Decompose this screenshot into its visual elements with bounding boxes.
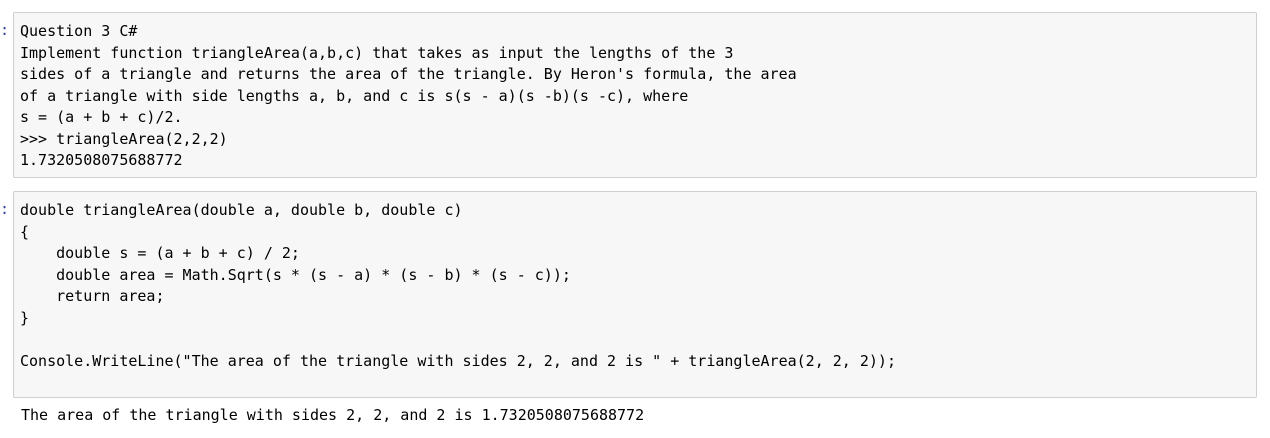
code-line: double s = (a + b + c) / 2; xyxy=(20,244,300,262)
code-line: sides of a triangle and returns the area… xyxy=(20,65,797,83)
code-line: Implement function triangleArea(a,b,c) t… xyxy=(20,43,734,62)
code-line: return area; xyxy=(20,287,165,305)
code-line: { xyxy=(20,222,30,241)
cell-prompt: : xyxy=(0,200,10,218)
code-line: s = (a + b + c)/2. xyxy=(20,108,183,126)
code-line: } xyxy=(20,308,30,327)
cell-output: The area of the triangle with sides 2, 2… xyxy=(21,406,645,424)
code-line: >>> triangleArea(2,2,2) xyxy=(20,129,228,148)
code-line: 1.7320508075688772 xyxy=(20,151,183,169)
code-cell[interactable]: double triangleArea(double a, double b, … xyxy=(13,191,1257,398)
code-line: double triangleArea(double a, double b, … xyxy=(20,201,463,219)
code-line: double area = Math.Sqrt(s * (s - a) * (s… xyxy=(20,265,571,284)
cell-prompt: : xyxy=(0,21,10,39)
question-cell[interactable]: Question 3 C# Implement function triangl… xyxy=(13,12,1257,178)
code-text: double triangleArea(double a, double b, … xyxy=(14,192,1256,372)
question-text: Question 3 C# Implement function triangl… xyxy=(14,13,1256,172)
code-line: of a triangle with side lengths a, b, an… xyxy=(20,86,689,105)
code-line: Question 3 C# xyxy=(20,22,138,40)
code-line: Console.WriteLine("The area of the trian… xyxy=(20,351,896,370)
